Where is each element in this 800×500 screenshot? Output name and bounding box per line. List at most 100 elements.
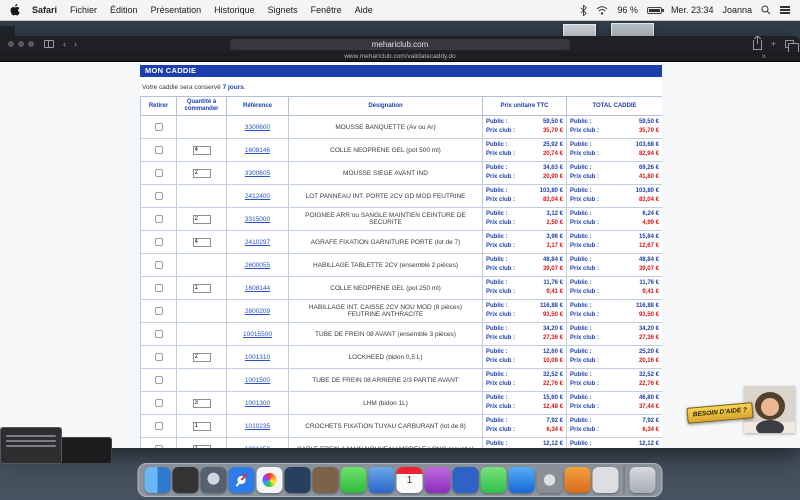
- remove-checkbox[interactable]: [155, 123, 163, 131]
- dock-icon-app-orange[interactable]: [565, 467, 591, 493]
- dock-icon-finder[interactable]: [145, 467, 171, 493]
- menu-item-signets[interactable]: Signets: [268, 5, 298, 15]
- menu-item-historique[interactable]: Historique: [214, 5, 255, 15]
- menubar-user[interactable]: Joanna: [722, 5, 752, 15]
- remove-checkbox[interactable]: [155, 399, 163, 407]
- reference-link[interactable]: 1001500: [245, 377, 270, 384]
- wifi-icon[interactable]: [596, 6, 608, 15]
- forward-icon[interactable]: ›: [74, 36, 77, 52]
- dock-icon-app-store[interactable]: [509, 467, 535, 493]
- remove-checkbox[interactable]: [155, 353, 163, 361]
- reference-link[interactable]: 10015500: [243, 331, 272, 338]
- designation: CABLE FREIN A MAIN NOUVEAU MODELE LONG (…: [289, 438, 483, 449]
- designation: COLLE NEOPRENE GEL (pot 250 ml): [289, 277, 483, 300]
- reference-link[interactable]: 1608144: [245, 285, 270, 292]
- dock-icon-launchpad[interactable]: [201, 467, 227, 493]
- address-bar[interactable]: mehariclub.com: [230, 39, 570, 50]
- reference-link[interactable]: 1001250: [245, 446, 270, 449]
- desktop-window-thumbnail[interactable]: [611, 23, 654, 37]
- club-price-label: Prix club :: [570, 426, 599, 435]
- reference-link[interactable]: 1001300: [245, 400, 270, 407]
- spotlight-icon[interactable]: [761, 5, 771, 15]
- dock-icon-system-preferences[interactable]: [537, 467, 563, 493]
- table-row: 1001300LHM (bidon 1L)Public :15,60 €Prix…: [141, 392, 663, 415]
- menu-item-présentation[interactable]: Présentation: [151, 5, 202, 15]
- remove-checkbox[interactable]: [155, 192, 163, 200]
- close-tab-icon[interactable]: ×: [761, 52, 766, 62]
- quantity-input[interactable]: [193, 215, 211, 224]
- reference-link[interactable]: 1608146: [245, 147, 270, 154]
- remove-checkbox[interactable]: [155, 376, 163, 384]
- zoom-window-button[interactable]: [28, 41, 34, 47]
- reference-link[interactable]: 3300600: [245, 124, 270, 131]
- dock-icon-messages[interactable]: [341, 467, 367, 493]
- minimize-window-button[interactable]: [18, 41, 24, 47]
- sidebar-icon[interactable]: [44, 40, 54, 48]
- remove-checkbox[interactable]: [155, 307, 163, 315]
- remove-checkbox[interactable]: [155, 284, 163, 292]
- dock-icon-app-blue[interactable]: [453, 467, 479, 493]
- menu-item-édition[interactable]: Édition: [110, 5, 138, 15]
- dock-icon-app-navy[interactable]: [285, 467, 311, 493]
- remove-checkbox[interactable]: [155, 422, 163, 430]
- apple-menu-icon[interactable]: [10, 4, 20, 16]
- unit-price-cell: Public :32,52 €Prix club :22,76 €: [483, 369, 567, 392]
- dock-icon-itunes[interactable]: [425, 467, 451, 493]
- reference-link[interactable]: 2600055: [245, 262, 270, 269]
- reference-link[interactable]: 2800209: [245, 308, 270, 315]
- battery-icon[interactable]: [647, 7, 662, 14]
- background-window[interactable]: [0, 427, 62, 464]
- back-icon[interactable]: ‹: [63, 36, 66, 52]
- menu-item-aide[interactable]: Aide: [355, 5, 373, 15]
- menubar-clock[interactable]: Mer. 23:34: [671, 5, 714, 15]
- dock-icon-safari[interactable]: [229, 467, 255, 493]
- reference-link[interactable]: 2412400: [245, 193, 270, 200]
- browser-tab[interactable]: www.mehariclub.com/validatecaddy.do: [0, 52, 800, 61]
- new-tab-icon[interactable]: +: [771, 36, 776, 52]
- club-price-label: Prix club :: [570, 380, 599, 389]
- remove-checkbox[interactable]: [155, 215, 163, 223]
- reference-link[interactable]: 1001310: [245, 354, 270, 361]
- remove-checkbox[interactable]: [155, 330, 163, 338]
- reference-link[interactable]: 3315000: [245, 216, 270, 223]
- reference-link[interactable]: 2410297: [245, 239, 270, 246]
- remove-checkbox[interactable]: [155, 169, 163, 177]
- notification-center-icon[interactable]: [780, 5, 790, 16]
- dock-icon-mail[interactable]: [369, 467, 395, 493]
- menu-item-fichier[interactable]: Fichier: [70, 5, 97, 15]
- reference-link[interactable]: 3300605: [245, 170, 270, 177]
- share-icon[interactable]: [753, 40, 762, 50]
- tabs-icon[interactable]: [785, 40, 794, 48]
- quantity-input[interactable]: [193, 238, 211, 247]
- total-price-cell: Public :15,84 €Prix club :12,67 €: [567, 231, 663, 254]
- reference-link[interactable]: 1010235: [245, 423, 270, 430]
- close-window-button[interactable]: [8, 41, 14, 47]
- quantity-input[interactable]: [193, 284, 211, 293]
- menu-item-safari[interactable]: Safari: [32, 5, 57, 15]
- quantity-input[interactable]: [193, 353, 211, 362]
- dock-icon-calendar[interactable]: [397, 467, 423, 493]
- remove-checkbox[interactable]: [155, 146, 163, 154]
- quantity-input[interactable]: [193, 169, 211, 178]
- dock-icon-facetime[interactable]: [481, 467, 507, 493]
- cart-content: MON CADDIE Votre caddie sera conservé 7 …: [140, 65, 662, 448]
- bluetooth-icon[interactable]: [580, 5, 587, 16]
- help-widget[interactable]: BESOIN D'AIDE ?: [685, 386, 795, 434]
- dock-icon-trash[interactable]: [630, 467, 656, 493]
- remove-checkbox[interactable]: [155, 238, 163, 246]
- remove-checkbox[interactable]: [155, 445, 163, 448]
- dock-icon-app-light[interactable]: [593, 467, 619, 493]
- dock-icon-photos[interactable]: [257, 467, 283, 493]
- table-row: 2412400LOT PANNEAU INT. PORTE 2CV GD MOD…: [141, 185, 663, 208]
- dock-icon-photo-booth[interactable]: [313, 467, 339, 493]
- club-price-value: 20,90 €: [543, 173, 563, 182]
- quantity-input[interactable]: [193, 146, 211, 155]
- remove-checkbox[interactable]: [155, 261, 163, 269]
- club-price-label: Prix club :: [486, 357, 515, 366]
- menu-item-fenêtre[interactable]: Fenêtre: [311, 5, 342, 15]
- quantity-input[interactable]: [193, 422, 211, 431]
- quantity-input[interactable]: [193, 399, 211, 408]
- quantity-input[interactable]: [193, 445, 211, 449]
- background-window[interactable]: [58, 437, 112, 464]
- dock-icon-app-dark[interactable]: [173, 467, 199, 493]
